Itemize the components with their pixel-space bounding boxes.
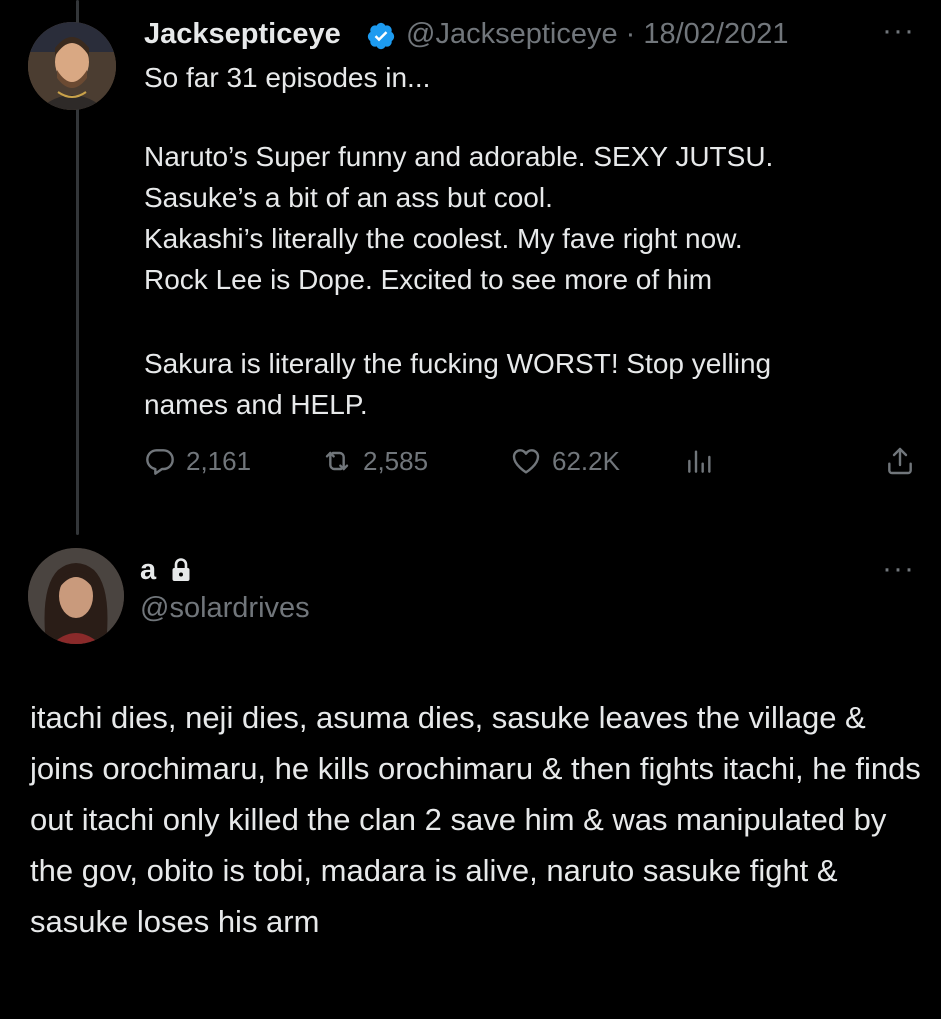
tweet-handle-and-date[interactable]: @Jacksepticeye · 18/02/2021 <box>406 18 789 51</box>
tweet-text-intro: So far 31 episodes in... <box>144 62 431 93</box>
retweet-button[interactable]: 2,585 <box>321 445 428 477</box>
solardrives-avatar[interactable] <box>28 548 124 644</box>
analytics-icon <box>688 450 711 473</box>
retweet-count: 2,585 <box>363 445 429 476</box>
like-count: 62.2K <box>552 445 620 476</box>
lock-icon <box>172 558 190 581</box>
retweet-icon <box>325 451 349 471</box>
user-avatar-icon <box>28 22 116 110</box>
views-button[interactable] <box>684 445 716 477</box>
tweet-author-name[interactable]: Jacksepticeye <box>144 18 341 51</box>
reply-more-options-icon[interactable]: ··· <box>882 552 915 586</box>
share-button[interactable] <box>884 445 916 477</box>
jacksepticeye-avatar[interactable] <box>28 22 116 110</box>
reply-handle[interactable]: @solardrives <box>140 592 310 625</box>
tweet-text-ending: Sakura is literally the fucking WORST! S… <box>144 348 772 420</box>
reply-button[interactable]: 2,161 <box>144 445 251 477</box>
tweet-text-body: Naruto’s Super funny and adorable. SEXY … <box>144 141 774 295</box>
like-button[interactable]: 62.2K <box>510 445 620 477</box>
share-icon <box>888 447 912 475</box>
reply-text: itachi dies, neji dies, asuma dies, sasu… <box>30 700 921 939</box>
reply-count: 2,161 <box>186 445 252 476</box>
user-avatar-icon <box>28 548 124 644</box>
tweet-more-options-icon[interactable]: ··· <box>882 14 915 48</box>
verified-badge-icon <box>367 22 395 50</box>
reply-author-name[interactable]: a <box>140 554 156 587</box>
reply-icon <box>146 449 174 475</box>
heart-icon <box>512 449 540 474</box>
